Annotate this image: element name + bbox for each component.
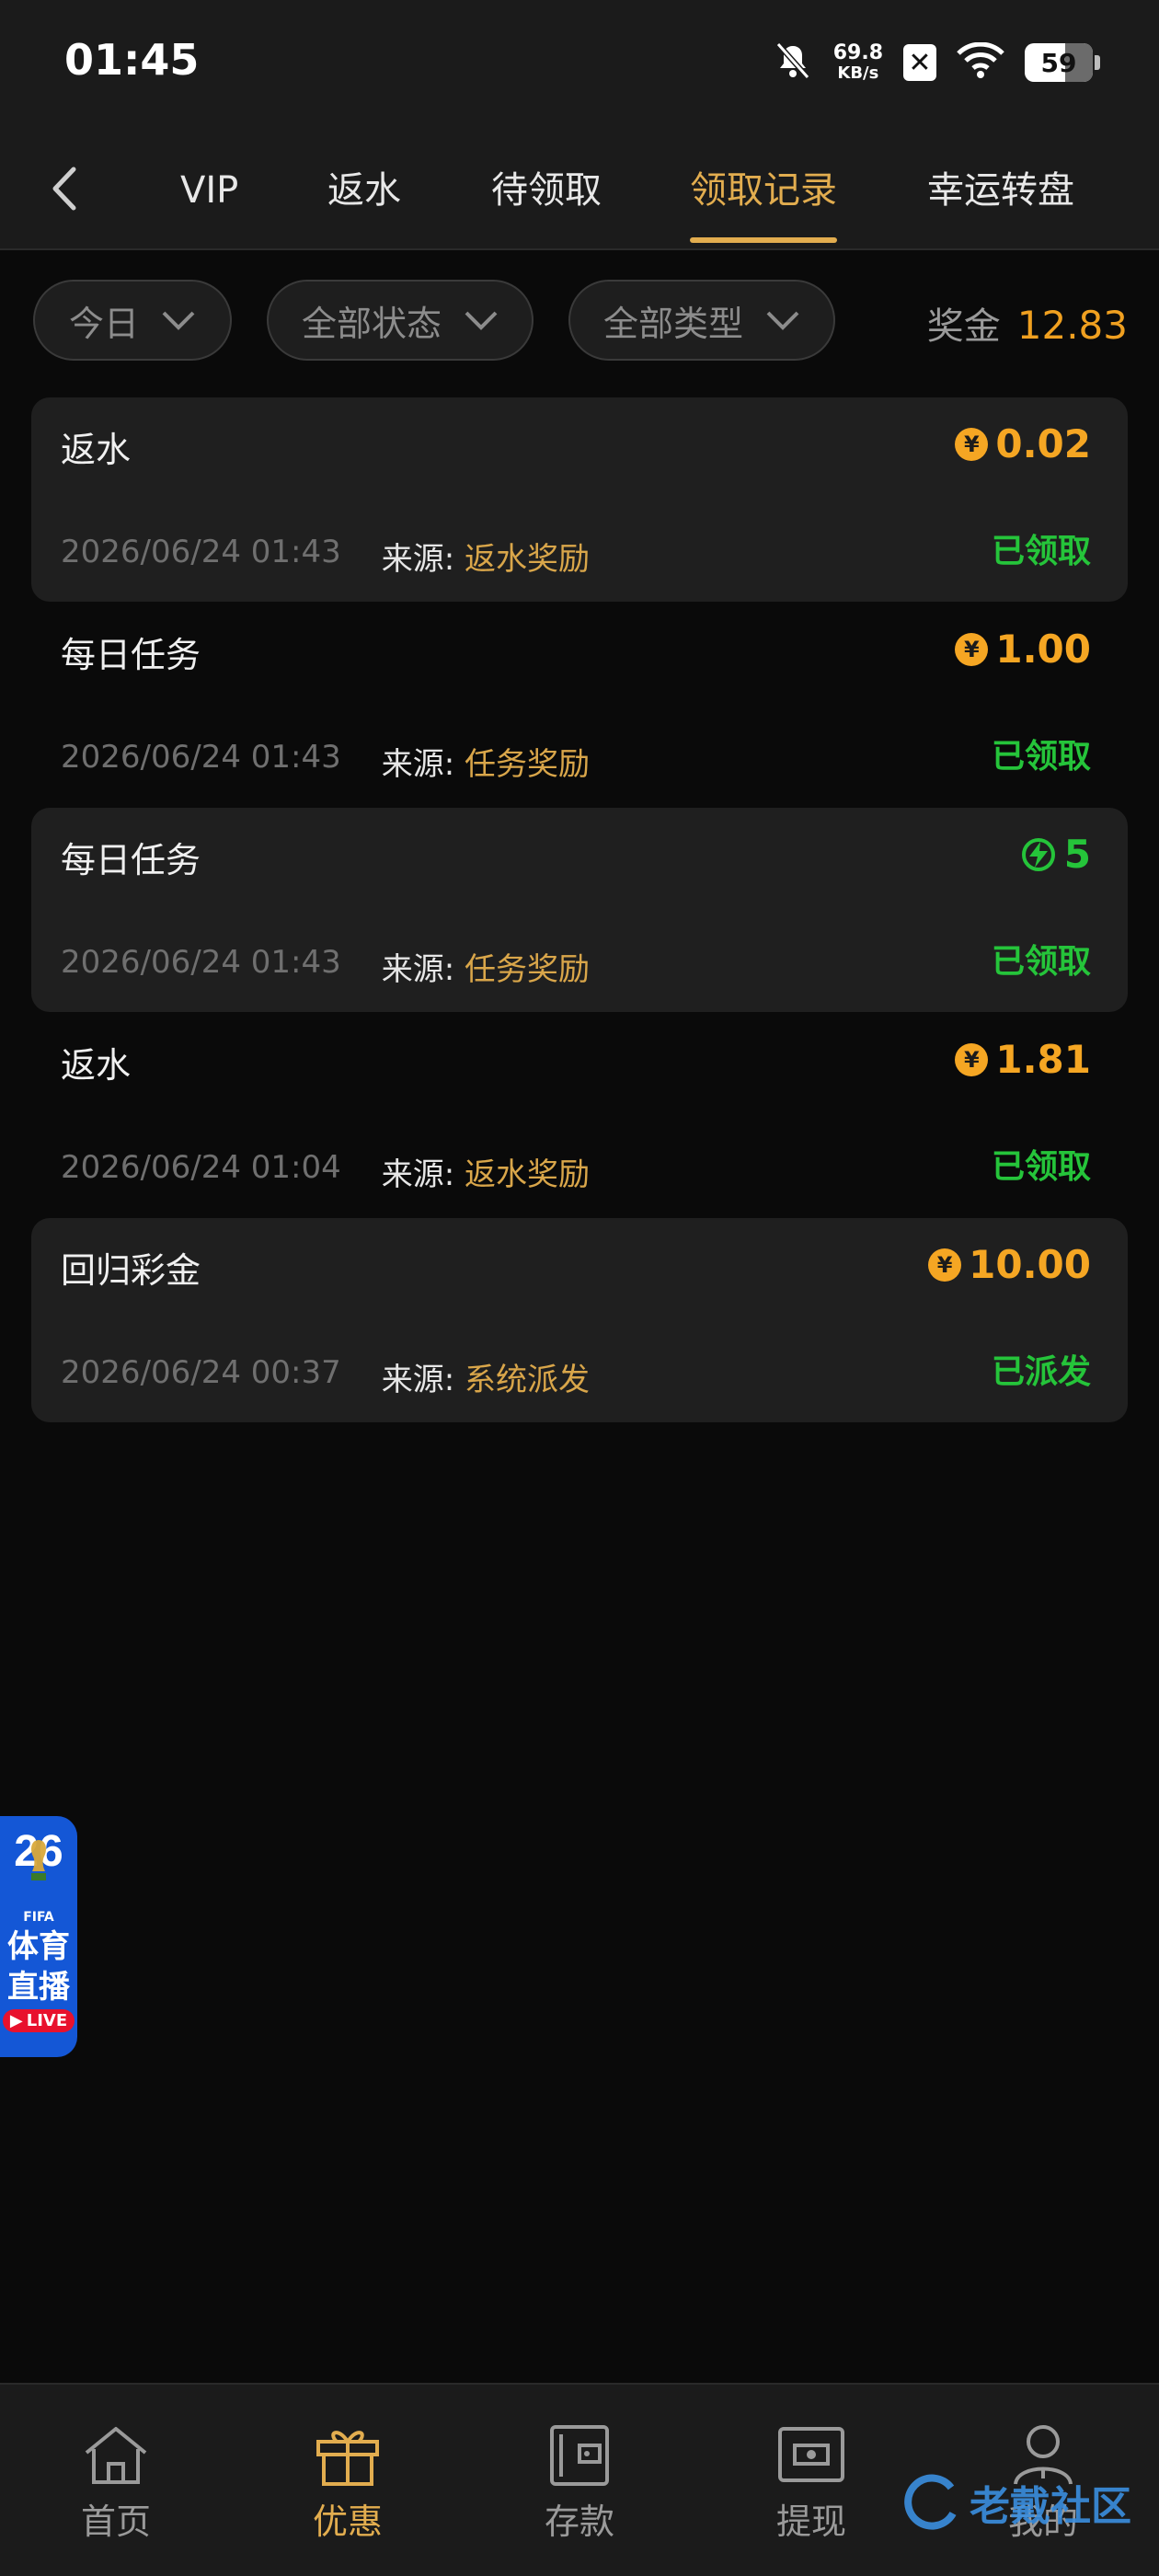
nav-promotions-label: 优惠 [312, 2501, 383, 2542]
record-time: 2026/06/24 01:43 [61, 534, 341, 570]
fifa-label: FIFA [23, 1910, 54, 1925]
status-bar: 01:45 69.8 KB/s ✕ 59 [0, 0, 1159, 129]
record-meta: 2026/06/24 01:04 来源: 返水奖励 [61, 1149, 590, 1194]
cash-icon [778, 2427, 844, 2482]
chevron-down-icon [766, 311, 799, 330]
date-filter-label: 今日 [68, 303, 139, 344]
date-filter-dropdown[interactable]: 今日 [33, 280, 232, 361]
list-item[interactable]: 返水 ¥ 1.81 2026/06/24 01:04 来源: 返水奖励 已领取 [31, 1013, 1128, 1217]
bell-muted-icon [773, 40, 813, 85]
nav-withdraw-label: 提现 [775, 2501, 846, 2542]
chevron-down-icon [465, 311, 498, 330]
record-source: 系统派发 [465, 1362, 591, 1398]
list-item[interactable]: 返水 ¥ 0.02 2026/06/24 01:43 来源: 返水奖励 已领取 [31, 397, 1128, 602]
battery-cap [1095, 55, 1100, 70]
sports-live-floating-button[interactable]: 26 FIFA 体育 直播 ▶ LIVE [0, 1816, 77, 2057]
battery-icon: 59 [1025, 43, 1093, 82]
record-status: 已派发 [991, 1353, 1091, 1391]
watermark-logo-icon [904, 2474, 957, 2530]
bonus-label: 奖金 [926, 305, 1001, 348]
back-button[interactable] [40, 156, 86, 221]
tab-rebate[interactable]: 返水 [327, 158, 401, 223]
record-time: 2026/06/24 01:43 [61, 944, 341, 981]
list-item[interactable]: 每日任务 5 2026/06/24 01:43 来源: 任务奖励 已领取 [31, 808, 1128, 1012]
chevron-down-icon [162, 311, 195, 330]
bonus-value: 12.83 [1016, 303, 1128, 348]
yuan-coin-icon: ¥ [955, 427, 989, 461]
record-status: 已领取 [991, 533, 1091, 570]
chevron-left-icon [52, 167, 76, 211]
status-icons: 69.8 KB/s ✕ 59 [773, 39, 1100, 86]
yuan-coin-icon: ¥ [955, 1042, 989, 1076]
record-time: 2026/06/24 00:37 [61, 1354, 341, 1391]
record-amount: ¥ 10.00 [928, 1242, 1091, 1287]
net-speed: 69.8 KB/s [832, 41, 883, 83]
record-meta: 2026/06/24 01:43 来源: 返水奖励 [61, 534, 590, 579]
record-source: 返水奖励 [465, 541, 591, 578]
record-title: 每日任务 [61, 840, 201, 880]
tab-lucky-wheel[interactable]: 幸运转盘 [927, 158, 1074, 223]
badge-line-2: 直播 [7, 1969, 70, 2006]
record-source: 任务奖励 [465, 746, 591, 783]
record-amount: 5 [1020, 832, 1091, 877]
source-label: 来源: [381, 1362, 455, 1398]
record-time: 2026/06/24 01:43 [61, 739, 341, 776]
yuan-coin-icon: ¥ [928, 1248, 962, 1282]
type-filter-label: 全部类型 [602, 303, 743, 344]
record-time: 2026/06/24 01:04 [61, 1149, 341, 1186]
type-filter-dropdown[interactable]: 全部类型 [568, 280, 835, 361]
nav-deposit[interactable]: 存款 [506, 2421, 653, 2544]
source-label: 来源: [381, 541, 455, 578]
tab-claim-records[interactable]: 领取记录 [690, 158, 837, 223]
status-filter-dropdown[interactable]: 全部状态 [267, 280, 534, 361]
gift-icon [316, 2431, 379, 2486]
source-label: 来源: [381, 951, 455, 988]
active-tab-indicator [690, 237, 837, 243]
record-title: 回归彩金 [61, 1250, 201, 1291]
filter-bar: 今日 全部状态 全部类型 奖金 12.83 [0, 276, 1159, 364]
record-status: 已领取 [991, 1148, 1091, 1186]
record-source: 任务奖励 [465, 951, 591, 988]
wifi-icon [957, 41, 1004, 83]
fifa-trophy-icon: 26 [14, 1827, 63, 1880]
bonus-total: 奖金 12.83 [927, 296, 1128, 350]
nav-home[interactable]: 首页 [42, 2421, 189, 2544]
x-app-icon: ✕ [903, 44, 936, 81]
watermark: 老戴社区 [901, 2466, 1141, 2539]
tab-pending[interactable]: 待领取 [491, 158, 602, 223]
record-source: 返水奖励 [465, 1156, 591, 1193]
list-item[interactable]: 每日任务 ¥ 1.00 2026/06/24 01:43 来源: 任务奖励 已领… [31, 603, 1128, 807]
tab-vip[interactable]: VIP [180, 158, 238, 223]
record-meta: 2026/06/24 00:37 来源: 系统派发 [61, 1354, 590, 1399]
badge-line-1: 体育 [7, 1928, 70, 1965]
lightning-icon [1021, 837, 1055, 871]
record-title: 每日任务 [61, 635, 201, 675]
record-meta: 2026/06/24 01:43 来源: 任务奖励 [61, 944, 590, 989]
record-title: 返水 [61, 430, 132, 470]
status-filter-label: 全部状态 [301, 303, 442, 344]
record-amount: ¥ 1.00 [955, 627, 1091, 672]
clock: 01:45 [64, 35, 200, 85]
live-badge: ▶ LIVE [2, 2009, 75, 2032]
nav-promotions[interactable]: 优惠 [274, 2421, 421, 2544]
list-item[interactable]: 回归彩金 ¥ 10.00 2026/06/24 00:37 来源: 系统派发 已… [31, 1218, 1128, 1422]
top-tab-bar: VIP 返水 待领取 领取记录 幸运转盘 [0, 129, 1159, 250]
yuan-coin-icon: ¥ [955, 632, 989, 666]
record-amount: ¥ 1.81 [955, 1037, 1091, 1082]
nav-deposit-label: 存款 [544, 2501, 614, 2542]
home-icon [85, 2427, 147, 2484]
source-label: 来源: [381, 746, 455, 783]
wallet-icon [550, 2425, 609, 2486]
record-status: 已领取 [991, 943, 1091, 981]
source-label: 来源: [381, 1156, 455, 1193]
record-amount: ¥ 0.02 [955, 421, 1091, 466]
play-icon: ▶ [9, 2011, 23, 2030]
nav-withdraw[interactable]: 提现 [738, 2421, 885, 2544]
record-status: 已领取 [991, 738, 1091, 776]
nav-home-label: 首页 [80, 2501, 151, 2542]
claim-records-list: 返水 ¥ 0.02 2026/06/24 01:43 来源: 返水奖励 已领取 … [31, 397, 1128, 1423]
record-title: 返水 [61, 1045, 132, 1086]
record-meta: 2026/06/24 01:43 来源: 任务奖励 [61, 739, 590, 784]
